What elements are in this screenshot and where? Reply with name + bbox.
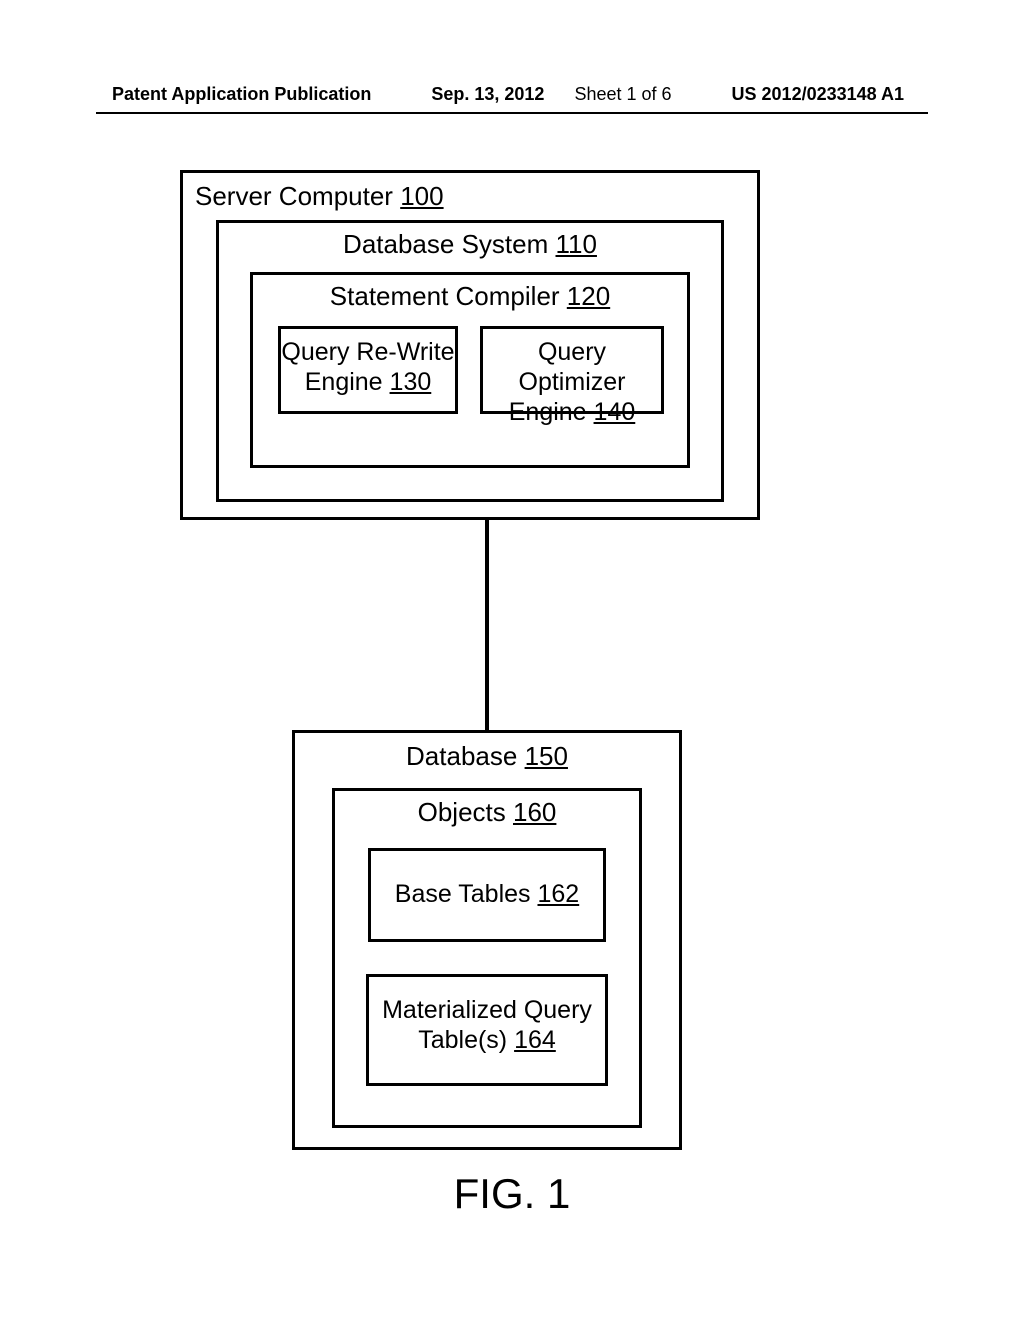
header-date: Sep. 13, 2012	[431, 84, 544, 105]
objects-label: Objects	[418, 797, 506, 827]
materialized-query-tables-title: Materialized Query Table(s) 164	[369, 977, 605, 1055]
database-system-num: 110	[556, 229, 597, 259]
statement-compiler-title: Statement Compiler 120	[253, 281, 687, 312]
query-rewrite-num: 130	[390, 368, 432, 396]
page: Patent Application Publication Sep. 13, …	[0, 0, 1024, 1320]
statement-compiler-label: Statement Compiler	[330, 281, 560, 311]
query-optimizer-line2: Engine	[509, 398, 587, 426]
figure-label: FIG. 1	[0, 1170, 1024, 1218]
header-left: Patent Application Publication	[112, 84, 371, 105]
statement-compiler-num: 120	[567, 281, 610, 311]
mqt-num: 164	[514, 1026, 556, 1054]
database-system-label: Database System	[343, 229, 548, 259]
header-pubnum: US 2012/0233148 A1	[732, 84, 904, 105]
query-rewrite-engine-title: Query Re-Write Engine 130	[281, 329, 455, 397]
base-tables-box: Base Tables 162	[368, 848, 606, 942]
server-computer-num: 100	[400, 181, 443, 211]
base-tables-label: Base Tables	[395, 880, 531, 908]
server-computer-title: Server Computer 100	[183, 181, 757, 212]
connector-line	[485, 520, 489, 730]
query-rewrite-line1: Query Re-Write	[281, 338, 454, 366]
database-title: Database 150	[295, 741, 679, 772]
mqt-line2: Table(s)	[418, 1026, 507, 1054]
materialized-query-tables-box: Materialized Query Table(s) 164	[366, 974, 608, 1086]
query-optimizer-line1: Query Optimizer	[519, 338, 626, 396]
query-optimizer-engine-box: Query Optimizer Engine 140	[480, 326, 664, 414]
query-rewrite-engine-box: Query Re-Write Engine 130	[278, 326, 458, 414]
base-tables-title: Base Tables 162	[371, 851, 603, 909]
database-label: Database	[406, 741, 517, 771]
database-num: 150	[525, 741, 568, 771]
mqt-line1: Materialized Query	[382, 996, 592, 1024]
server-computer-label: Server Computer	[195, 181, 393, 211]
page-header: Patent Application Publication Sep. 13, …	[112, 84, 912, 105]
header-sheet: Sheet 1 of 6	[574, 84, 671, 105]
objects-num: 160	[513, 797, 556, 827]
base-tables-num: 162	[537, 880, 579, 908]
database-system-title: Database System 110	[219, 229, 721, 260]
query-optimizer-engine-title: Query Optimizer Engine 140	[483, 329, 661, 427]
query-optimizer-num: 140	[594, 398, 636, 426]
header-divider	[96, 112, 928, 114]
objects-title: Objects 160	[335, 797, 639, 828]
query-rewrite-line2: Engine	[305, 368, 383, 396]
